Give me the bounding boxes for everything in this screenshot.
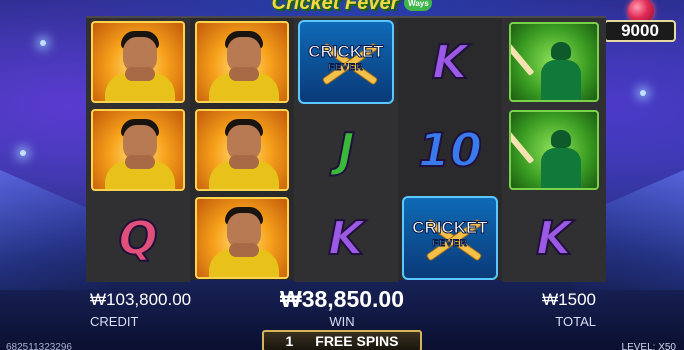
- scatter-symbol: CRICKET FEVER: [298, 20, 394, 104]
- floodlight: [20, 150, 26, 156]
- reel-cell: 10: [398, 106, 502, 194]
- reel-cell: [190, 18, 294, 106]
- reel-cell: [190, 194, 294, 282]
- credit-label: CREDIT: [90, 314, 139, 329]
- reel-cell: [190, 106, 294, 194]
- letter-symbol: Q: [117, 210, 158, 266]
- footer-panel: ₩103,800.00 CREDIT ₩38,850.00 WIN ₩1500 …: [0, 284, 684, 350]
- level-indicator: LEVEL: X50: [621, 342, 676, 350]
- win-label: WIN: [329, 314, 355, 329]
- ball-counter-value: 9000: [604, 20, 676, 42]
- scatter-subtitle: FEVER: [328, 62, 364, 73]
- session-id: 682511323296: [6, 342, 72, 350]
- game-logo: Cricket Fever Ways: [252, 0, 452, 16]
- scatter-title: CRICKET: [412, 218, 489, 238]
- reel-cell: Q: [86, 194, 190, 282]
- total-bet-label: TOTAL: [555, 314, 596, 329]
- reel-cell: [86, 18, 190, 106]
- win-value: ₩38,850.00: [279, 286, 405, 312]
- batsman-symbol: [509, 110, 599, 190]
- floodlight: [40, 40, 46, 46]
- letter-symbol: 10: [417, 122, 483, 178]
- player-symbol: [195, 21, 289, 103]
- scatter-symbol: CRICKET FEVER: [402, 196, 498, 280]
- floodlight: [640, 90, 646, 96]
- reel-cell: CRICKET FEVER: [294, 18, 398, 106]
- free-spins-bar: 1 FREE SPINS: [262, 330, 422, 350]
- player-symbol: [195, 109, 289, 191]
- free-spins-count: 1: [285, 333, 294, 349]
- reel-cell: [86, 106, 190, 194]
- game-logo-badge: Ways: [404, 0, 433, 11]
- scatter-title: CRICKET: [308, 42, 385, 62]
- reel-column: Q: [86, 18, 190, 282]
- total-bet-value[interactable]: ₩1500: [542, 290, 596, 310]
- reel-column: CRICKET FEVER J K: [294, 18, 398, 282]
- credit-value: ₩103,800.00: [90, 290, 192, 309]
- reel-cell: CRICKET FEVER: [398, 194, 502, 282]
- reel-grid: Q CRICKET FEVER J K K 10 CRICKET FEVER K: [86, 16, 606, 282]
- letter-symbol: J: [336, 122, 355, 178]
- letter-symbol: K: [431, 34, 469, 90]
- player-symbol: [91, 109, 185, 191]
- ball-counter[interactable]: 9000: [604, 0, 676, 44]
- free-spins-label: FREE SPINS: [315, 333, 399, 349]
- reel-cell: J: [294, 106, 398, 194]
- game-logo-text: Cricket Fever: [271, 0, 399, 14]
- reel-cell: K: [294, 194, 398, 282]
- scatter-subtitle: FEVER: [432, 238, 468, 249]
- reel-cell: K: [398, 18, 502, 106]
- reel-cell: [502, 18, 606, 106]
- reel-column: K 10 CRICKET FEVER: [398, 18, 502, 282]
- letter-symbol: K: [535, 210, 573, 266]
- reel-column: K: [502, 18, 606, 282]
- reel-column: [190, 18, 294, 282]
- player-symbol: [91, 21, 185, 103]
- player-symbol: [195, 197, 289, 279]
- reel-cell: K: [502, 194, 606, 282]
- reel-cell: [502, 106, 606, 194]
- batsman-symbol: [509, 22, 599, 102]
- letter-symbol: K: [327, 210, 365, 266]
